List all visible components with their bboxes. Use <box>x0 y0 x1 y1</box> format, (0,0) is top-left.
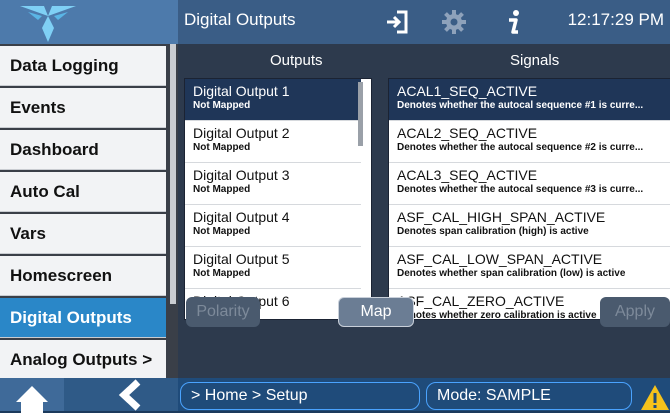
breadcrumb[interactable]: > Home > Setup <box>180 382 420 410</box>
sidebar-item-label: Digital Outputs <box>10 307 132 327</box>
sidebar-item-homescreen[interactable]: Homescreen <box>0 256 166 296</box>
gear-icon[interactable] <box>440 8 468 36</box>
chevron-left-icon <box>118 379 141 411</box>
sidebar-item-label: Vars <box>10 223 46 243</box>
logo-icon <box>20 6 76 42</box>
output-status: Not Mapped <box>193 226 251 237</box>
output-name: Digital Output 1 <box>193 83 290 99</box>
sidebar-item-data-logging[interactable]: Data Logging <box>0 46 166 86</box>
list-item[interactable]: ASF_CAL_LOW_SPAN_ACTIVE Denotes whether … <box>389 247 670 289</box>
signal-description: Denotes whether the autocal sequence #1 … <box>397 100 644 111</box>
info-icon[interactable] <box>500 8 528 36</box>
page-title: Digital Outputs <box>184 10 296 29</box>
apply-button[interactable]: Apply <box>600 297 670 327</box>
list-item[interactable]: Digital Output 1 Not Mapped <box>185 79 361 121</box>
output-name: Digital Output 4 <box>193 209 290 225</box>
top-bar: Digital Outputs 12:17:29 PM <box>0 0 670 44</box>
sidebar-item-label: Data Logging <box>10 55 119 75</box>
list-item[interactable]: Digital Output 5 Not Mapped <box>185 247 361 289</box>
signal-name: ASF_CAL_LOW_SPAN_ACTIVE <box>397 251 603 267</box>
output-status: Not Mapped <box>193 142 251 153</box>
outputs-list: Digital Output 1 Not Mapped Digital Outp… <box>184 78 372 320</box>
signal-name: ACAL3_SEQ_ACTIVE <box>397 167 538 183</box>
sidebar-item-auto-cal[interactable]: Auto Cal <box>0 172 166 212</box>
polarity-button[interactable]: Polarity <box>186 297 260 327</box>
list-item[interactable]: Digital Output 3 Not Mapped <box>185 163 361 205</box>
map-button[interactable]: Map <box>338 297 414 327</box>
home-icon <box>16 386 48 413</box>
list-item[interactable]: ACAL2_SEQ_ACTIVE Denotes whether the aut… <box>389 121 670 163</box>
mode-indicator: Mode: SAMPLE <box>426 382 632 410</box>
signal-description: Denotes whether span calibration (low) i… <box>397 268 626 279</box>
outputs-scrollbar[interactable] <box>358 82 363 146</box>
sidebar-item-label: Analog Outputs > <box>10 349 153 369</box>
output-name: Digital Output 5 <box>193 251 290 267</box>
sidebar-item-label: Auto Cal <box>10 181 80 201</box>
sidebar-item-dashboard[interactable]: Dashboard <box>0 130 166 170</box>
list-item[interactable]: ACAL3_SEQ_ACTIVE Denotes whether the aut… <box>389 163 670 205</box>
exit-icon[interactable] <box>383 8 411 36</box>
sidebar-scrollbar[interactable] <box>170 44 176 304</box>
home-button[interactable] <box>0 378 64 413</box>
sidebar-item-label: Events <box>10 97 66 117</box>
signal-description: Denotes whether the autocal sequence #2 … <box>397 142 644 153</box>
sidebar-item-label: Dashboard <box>10 139 99 159</box>
sidebar-item-vars[interactable]: Vars <box>0 214 166 254</box>
sidebar-item-events[interactable]: Events <box>0 88 166 128</box>
signal-name: ACAL1_SEQ_ACTIVE <box>397 83 538 99</box>
list-item[interactable]: Digital Output 4 Not Mapped <box>185 205 361 247</box>
outputs-heading: Outputs <box>270 52 323 69</box>
signal-name: ASF_CAL_HIGH_SPAN_ACTIVE <box>397 209 606 225</box>
main-panel: Outputs Signals Digital Output 1 Not Map… <box>178 44 670 378</box>
sidebar-item-label: Homescreen <box>10 265 113 285</box>
clock: 12:17:29 PM <box>567 10 664 29</box>
signal-name: ACAL2_SEQ_ACTIVE <box>397 125 538 141</box>
logo-area <box>0 0 178 44</box>
back-button[interactable] <box>64 378 178 411</box>
list-item[interactable]: ACAL1_SEQ_ACTIVE Denotes whether the aut… <box>389 79 670 121</box>
output-status: Not Mapped <box>193 184 251 195</box>
signals-list: ACAL1_SEQ_ACTIVE Denotes whether the aut… <box>388 78 670 320</box>
sidebar-item-digital-outputs[interactable]: Digital Outputs <box>0 298 166 338</box>
signals-heading: Signals <box>510 52 560 69</box>
output-name: Digital Output 2 <box>193 125 290 141</box>
output-status: Not Mapped <box>193 268 251 279</box>
signal-description: Denotes whether the autocal sequence #3 … <box>397 184 644 195</box>
warning-icon[interactable] <box>640 383 670 411</box>
output-name: Digital Output 3 <box>193 167 290 183</box>
sidebar-item-analog-outputs[interactable]: Analog Outputs > <box>0 340 166 380</box>
list-item[interactable]: Digital Output 2 Not Mapped <box>185 121 361 163</box>
list-item[interactable]: ASF_CAL_HIGH_SPAN_ACTIVE Denotes span ca… <box>389 205 670 247</box>
output-status: Not Mapped <box>193 100 251 111</box>
signal-description: Denotes span calibration (high) is activ… <box>397 226 589 237</box>
